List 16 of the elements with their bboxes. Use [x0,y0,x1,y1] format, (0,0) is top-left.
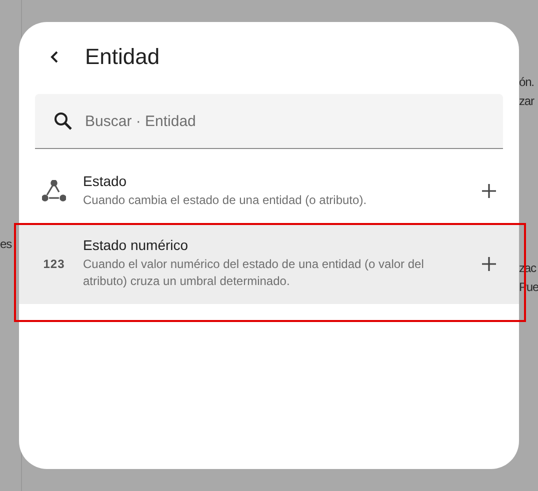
search-input[interactable]: Buscar · Entidad [83,112,503,130]
background-text: zar [519,94,534,108]
item-title: Estado numérico [83,237,190,253]
dialog-title: Entidad [85,44,160,70]
plus-icon[interactable] [481,183,497,199]
search-field[interactable]: Buscar · Entidad [35,94,503,149]
item-title: Estado [83,173,128,189]
background-text: ón. [519,75,534,89]
background-text: es [0,237,12,251]
plus-icon[interactable] [481,256,497,272]
number-icon: 123 [43,256,65,270]
triangle-nodes-icon [42,180,66,202]
item-description: Cuando cambia el estado de una entidad (o atributo). [83,192,368,209]
list-item[interactable]: 123 Estado numérico Cuando el valor numérico del estado de una entidad (o valor del atributo) cruza un umbral determinado. [19,225,519,304]
search-icon [53,111,73,131]
item-description: Cuando el valor numérico del estado de una entidad (o valor del atributo) cruza un umbral determinado. [83,256,425,290]
